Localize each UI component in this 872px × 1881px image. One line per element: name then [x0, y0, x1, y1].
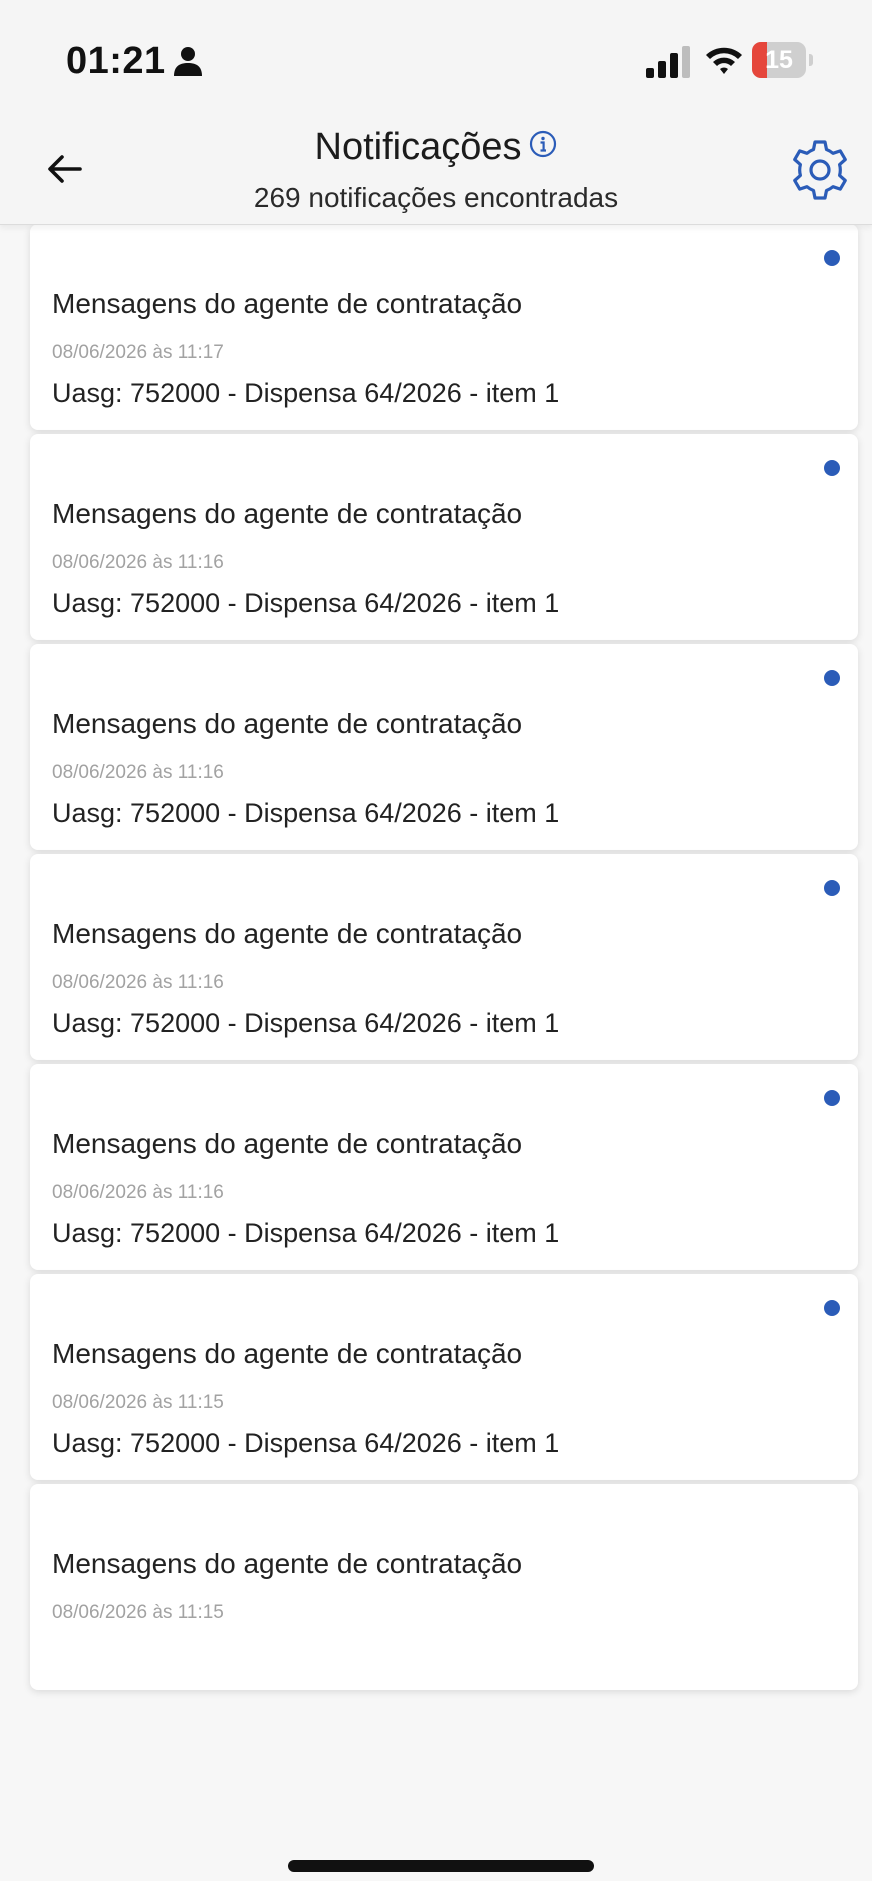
notification-card[interactable]: Mensagens do agente de contratação 08/06/…: [30, 644, 858, 850]
notification-card[interactable]: Mensagens do agente de contratação 08/06/…: [30, 1484, 858, 1690]
battery-icon: 15: [752, 42, 814, 78]
notification-card[interactable]: Mensagens do agente de contratação 08/06/…: [30, 1064, 858, 1270]
notification-date: 08/06/2026 às 11:17: [52, 342, 224, 363]
notification-title: Mensagens do agente de contratação: [52, 498, 523, 529]
info-circle-icon[interactable]: [529, 130, 557, 158]
unread-dot: [824, 1090, 840, 1106]
unread-dot: [824, 1300, 840, 1316]
notification-title: Mensagens do agente de contratação: [52, 1128, 523, 1159]
unread-dot: [824, 880, 840, 896]
notification-title: Mensagens do agente de contratação: [52, 288, 523, 319]
notification-list[interactable]: Mensagens do agente de contratação 08/06/…: [0, 224, 872, 1881]
notification-card[interactable]: Mensagens do agente de contratação 08/06/…: [30, 224, 858, 430]
wifi-icon: [706, 47, 742, 74]
notification-date: 08/06/2026 às 11:16: [52, 552, 224, 573]
notification-body: Uasg: 752000 - Dispensa 64/2026 - item 1: [52, 1008, 560, 1038]
notification-card[interactable]: Mensagens do agente de contratação 08/06/…: [30, 1274, 858, 1480]
notification-date: 08/06/2026 às 11:16: [52, 1182, 224, 1203]
status-bar: 01:21 15: [0, 0, 872, 110]
notification-date: 08/06/2026 às 11:15: [52, 1392, 224, 1413]
notification-body: Uasg: 752000 - Dispensa 64/2026 - item 1: [52, 378, 560, 408]
notification-count: 269 notificações encontradas: [253, 182, 619, 213]
notification-date: 08/06/2026 às 11:16: [52, 762, 224, 783]
notification-date: 08/06/2026 às 11:16: [52, 972, 224, 993]
notification-title: Mensagens do agente de contratação: [52, 1548, 523, 1579]
notification-card[interactable]: Mensagens do agente de contratação 08/06/…: [30, 434, 858, 640]
notification-body: Uasg: 752000 - Dispensa 64/2026 - item 1: [52, 1218, 560, 1248]
home-indicator[interactable]: [288, 1860, 594, 1872]
person-icon: [174, 47, 202, 76]
battery-level: 15: [765, 46, 793, 74]
notification-body: Uasg: 752000 - Dispensa 64/2026 - item 1: [52, 1428, 560, 1458]
battery-cap: [809, 54, 813, 66]
app-header: 01:21 15 Notificações 269 notificações e…: [0, 0, 872, 225]
unread-dot: [824, 250, 840, 266]
unread-dot: [824, 670, 840, 686]
notification-title: Mensagens do agente de contratação: [52, 918, 523, 949]
notification-title: Mensagens do agente de contratação: [52, 1338, 523, 1369]
notification-title: Mensagens do agente de contratação: [52, 708, 523, 739]
page-title-row: Notificações: [0, 126, 872, 176]
page-title: Notificações: [314, 126, 522, 168]
status-time: 01:21: [66, 40, 166, 82]
notification-body: Uasg: 752000 - Dispensa 64/2026 - item 1: [52, 588, 560, 618]
battery-body: 15: [752, 42, 806, 78]
gear-icon[interactable]: [786, 136, 854, 204]
notification-body: Uasg: 752000 - Dispensa 64/2026 - item 1: [52, 798, 560, 828]
unread-dot: [824, 460, 840, 476]
signal-icon: [646, 46, 690, 78]
notification-date: 08/06/2026 às 11:15: [52, 1602, 224, 1623]
notification-card[interactable]: Mensagens do agente de contratação 08/06/…: [30, 854, 858, 1060]
